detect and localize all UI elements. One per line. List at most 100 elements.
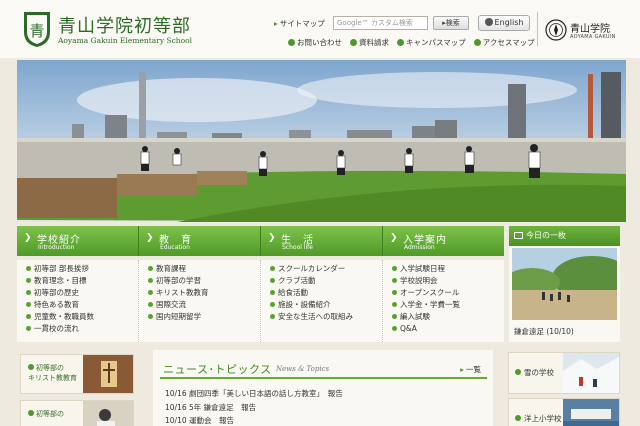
bullet-icon — [28, 364, 34, 370]
news-date: 10/16 — [165, 389, 187, 398]
tab-education[interactable]: ❯ 教 育 Education — [139, 226, 261, 256]
snow-school-image — [563, 353, 619, 393]
chevron-right-icon: ❯ — [268, 233, 276, 243]
photo-of-the-day-header: 今日の一枚 — [509, 226, 620, 246]
news-date: 10/10 — [165, 416, 187, 425]
gakuin-name[interactable]: 青山学院 — [570, 20, 610, 35]
search-button-label: 検索 — [445, 19, 460, 27]
search-input[interactable]: Google™ カスタム検索 — [333, 16, 428, 30]
school-emblem-icon[interactable]: 青 — [22, 10, 52, 48]
chapel-image — [83, 355, 133, 393]
gakuin-english-name: AOYAMA GAKUIN — [570, 34, 616, 40]
news-headline[interactable]: 運動会 報告 — [189, 416, 234, 425]
photo-of-the-day-title: 今日の一枚 — [526, 231, 566, 240]
tab-introduction[interactable]: ❯ 学校紹介 Introduction — [17, 226, 139, 256]
tab-sublabel: School life — [282, 244, 313, 251]
banner-text: 雪の学校 — [515, 367, 554, 378]
aoyama-gakuin-logo-icon[interactable] — [545, 19, 567, 41]
nav-link[interactable]: 初等部の学習 — [148, 275, 260, 287]
banner-christian-education[interactable]: 初等部の キリスト教教育 — [20, 354, 134, 394]
tab-sublabel: Admission — [404, 244, 435, 251]
nav-link[interactable]: 教育課程 — [148, 263, 260, 275]
nav-link[interactable]: 学校説明会 — [392, 275, 504, 287]
news-item[interactable]: 10/16 劇団四季「美しい日本語の話し方教室」 報告 — [165, 387, 343, 401]
nav-submenus: 初等部 部長挨拶 教育理念・目標 初等部の歴史 特色ある教育 児童数・教職員数 … — [17, 260, 504, 342]
news-headline[interactable]: 5年 鎌倉遠足 報告 — [189, 403, 256, 412]
banner-line: 初等部の — [36, 410, 64, 418]
bullet-icon — [515, 369, 521, 375]
search-button[interactable]: ▸検索 — [433, 16, 469, 30]
news-item[interactable]: 10/16 5年 鎌倉遠足 報告 — [165, 401, 343, 415]
submenu-education: 教育課程 初等部の学習 キリスト教教育 国際交流 国内短期留学 — [139, 260, 261, 342]
chevron-right-icon: ❯ — [146, 233, 154, 243]
english-button[interactable]: English — [478, 15, 530, 31]
banner-text: 洋上小学校 — [515, 413, 562, 424]
quick-link-brochure[interactable]: 資料請求 — [350, 37, 389, 48]
nav-link[interactable]: 入学金・学費一覧 — [392, 299, 504, 311]
submenu-school-life: スクールカレンダー クラブ活動 給食活動 施設・設備紹介 安全な生活への取組み — [261, 260, 383, 342]
photo-of-the-day-image[interactable] — [512, 248, 617, 320]
nav-link[interactable]: 入学試験日程 — [392, 263, 504, 275]
nav-link[interactable]: クラブ活動 — [270, 275, 382, 287]
emblem-glyph: 青 — [29, 22, 44, 40]
nav-link[interactable]: 児童数・教職員数 — [26, 311, 138, 323]
banner-text: 初等部の — [28, 409, 64, 419]
banner-line: キリスト教教育 — [28, 374, 77, 382]
quick-link-label: お問い合わせ — [297, 38, 342, 47]
news-headline[interactable]: 劇団四季「美しい日本語の話し方教室」 報告 — [189, 389, 343, 398]
nav-link[interactable]: 安全な生活への取組み — [270, 311, 382, 323]
site-header: 青 青山学院初等部 Aoyama Gakuin Elementary Schoo… — [0, 0, 640, 58]
news-date: 10/16 — [165, 402, 187, 412]
quick-link-access-map[interactable]: アクセスマップ — [473, 37, 535, 48]
main-nav: ❯ 学校紹介 Introduction ❯ 教 育 Education ❯ 生 … — [17, 226, 504, 256]
banner-snow-school[interactable]: 雪の学校 — [508, 352, 620, 394]
nav-link[interactable]: 国際交流 — [148, 299, 260, 311]
nav-link[interactable]: スクールカレンダー — [270, 263, 382, 275]
site-title[interactable]: 青山学院初等部 — [58, 12, 191, 38]
hero-photo — [17, 60, 626, 222]
nav-link[interactable]: 特色ある教育 — [26, 299, 138, 311]
news-subtitle: News & Topics — [276, 365, 330, 373]
students-image — [83, 401, 133, 426]
nav-link[interactable]: 国内短期留学 — [148, 311, 260, 323]
nav-link[interactable]: オープンスクール — [392, 287, 504, 299]
nav-link[interactable]: 施設・設備紹介 — [270, 299, 382, 311]
bullet-icon — [515, 415, 521, 421]
banner-school-life[interactable]: 初等部の — [20, 400, 134, 426]
nav-link[interactable]: 給食活動 — [270, 287, 382, 299]
nav-link[interactable]: キリスト教教育 — [148, 287, 260, 299]
tab-admission[interactable]: ❯ 入学案内 Admission — [383, 226, 504, 256]
globe-icon — [484, 18, 493, 26]
banner-ocean-school[interactable]: 洋上小学校 — [508, 398, 620, 426]
news-list: 10/16 劇団四季「美しい日本語の話し方教室」 報告 10/16 5年 鎌倉遠足 … — [165, 387, 343, 426]
quick-link-contact[interactable]: お問い合わせ — [288, 37, 342, 48]
nav-link[interactable]: Q&A — [392, 323, 504, 335]
sitemap-link[interactable]: サイトマップ — [274, 18, 325, 29]
quick-link-label: アクセスマップ — [482, 38, 535, 47]
banner-label: 洋上小学校 — [524, 414, 562, 423]
nav-link[interactable]: 教育理念・目標 — [26, 275, 138, 287]
news-item[interactable]: 10/10 運動会 報告 — [165, 414, 343, 426]
ocean-school-image — [563, 399, 619, 426]
tab-sublabel: Introduction — [38, 244, 75, 251]
nav-link[interactable]: 初等部の歴史 — [26, 287, 138, 299]
photo-of-the-day-caption[interactable]: 鎌倉遠足 (10/10) — [514, 326, 574, 337]
camera-icon — [514, 232, 523, 239]
submenu-admission: 入学試験日程 学校説明会 オープンスクール 入学金・学費一覧 編入試験 Q&A — [383, 260, 504, 342]
quick-link-label: キャンパスマップ — [406, 38, 466, 47]
nav-link[interactable]: 初等部 部長挨拶 — [26, 263, 138, 275]
tab-school-life[interactable]: ❯ 生 活 School life — [261, 226, 383, 256]
english-button-label: English — [494, 18, 524, 27]
nav-link[interactable]: 編入試験 — [392, 311, 504, 323]
banner-line: 初等部の — [36, 364, 64, 372]
news-topics: ニュース･トピックス News & Topics 一覧 10/16劇団四季「美し… — [153, 350, 493, 426]
quick-link-campus-map[interactable]: キャンパスマップ — [397, 37, 466, 48]
site-subtitle: Aoyama Gakuin Elementary School — [58, 36, 193, 45]
nav-link[interactable]: 一貫校の流れ — [26, 323, 138, 335]
chevron-right-icon: ❯ — [24, 233, 32, 243]
bullet-icon — [397, 39, 404, 46]
bullet-icon — [28, 410, 34, 416]
news-title: ニュース･トピックス — [163, 363, 272, 376]
chevron-right-icon: ❯ — [390, 233, 398, 243]
news-list-link[interactable]: 一覧 — [460, 364, 481, 375]
